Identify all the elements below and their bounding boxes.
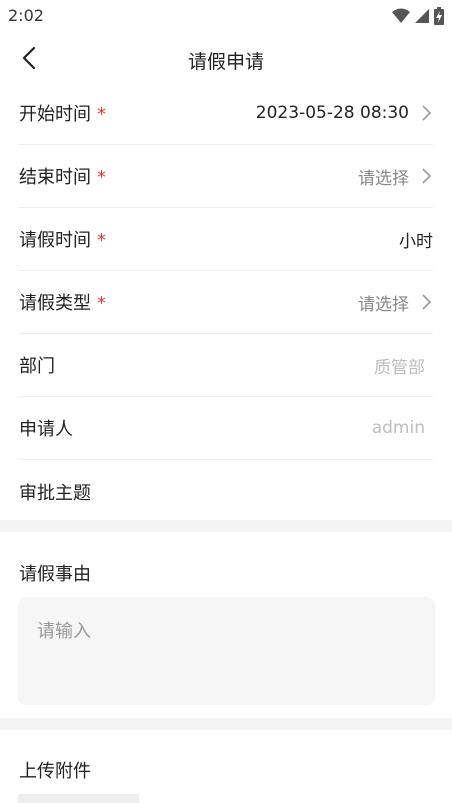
applicant-label: 申请人 (19, 419, 73, 440)
end-time-row[interactable]: 结束时间 * 请选择 (19, 145, 433, 208)
duration-label: 请假时间 (19, 230, 91, 251)
department-label: 部门 (19, 356, 55, 377)
chevron-right-icon (422, 168, 432, 184)
reason-title: 请假事由 (19, 564, 91, 585)
chevron-right-icon (422, 105, 432, 121)
chevron-right-icon (422, 294, 432, 310)
battery-charging-icon (434, 7, 444, 25)
subject-label: 审批主题 (19, 482, 91, 504)
start-time-value: 2023-05-28 08:30 (255, 103, 409, 123)
upload-button[interactable] (18, 794, 139, 803)
leave-type-row[interactable]: 请假类型 * 请选择 (19, 271, 433, 334)
start-time-label: 开始时间 (19, 104, 91, 125)
leave-type-value: 请选择 (358, 294, 409, 315)
leave-type-label: 请假类型 (19, 293, 91, 314)
leave-form: 开始时间 * 2023-05-28 08:30 结束时间 * 请选择 请假时间 * 小… (0, 82, 452, 523)
status-bar: 2:02 (0, 0, 452, 32)
section-divider (0, 718, 452, 730)
duration-unit: 小时 (399, 231, 433, 252)
status-time: 2:02 (8, 6, 44, 25)
end-time-value: 请选择 (358, 168, 409, 189)
subject-row[interactable]: 审批主题 (19, 460, 433, 523)
status-icons (392, 7, 444, 25)
page-title: 请假申请 (187, 51, 264, 73)
end-time-label: 结束时间 (19, 167, 91, 188)
section-divider (0, 520, 452, 532)
department-value: 质管部 (374, 357, 425, 378)
wifi-icon (392, 8, 410, 23)
reason-input[interactable] (18, 597, 435, 705)
required-mark: * (97, 293, 106, 314)
applicant-value: admin (371, 418, 425, 438)
signal-icon (415, 9, 429, 23)
applicant-row: 申请人 admin (19, 397, 433, 460)
attachment-title: 上传附件 (19, 761, 91, 782)
required-mark: * (97, 230, 106, 251)
required-mark: * (97, 104, 106, 125)
duration-row[interactable]: 请假时间 * 小时 (19, 208, 433, 271)
department-row: 部门 质管部 (19, 334, 433, 397)
required-mark: * (97, 167, 106, 188)
nav-bar: 请假申请 (0, 32, 452, 84)
start-time-row[interactable]: 开始时间 * 2023-05-28 08:30 (19, 82, 433, 145)
